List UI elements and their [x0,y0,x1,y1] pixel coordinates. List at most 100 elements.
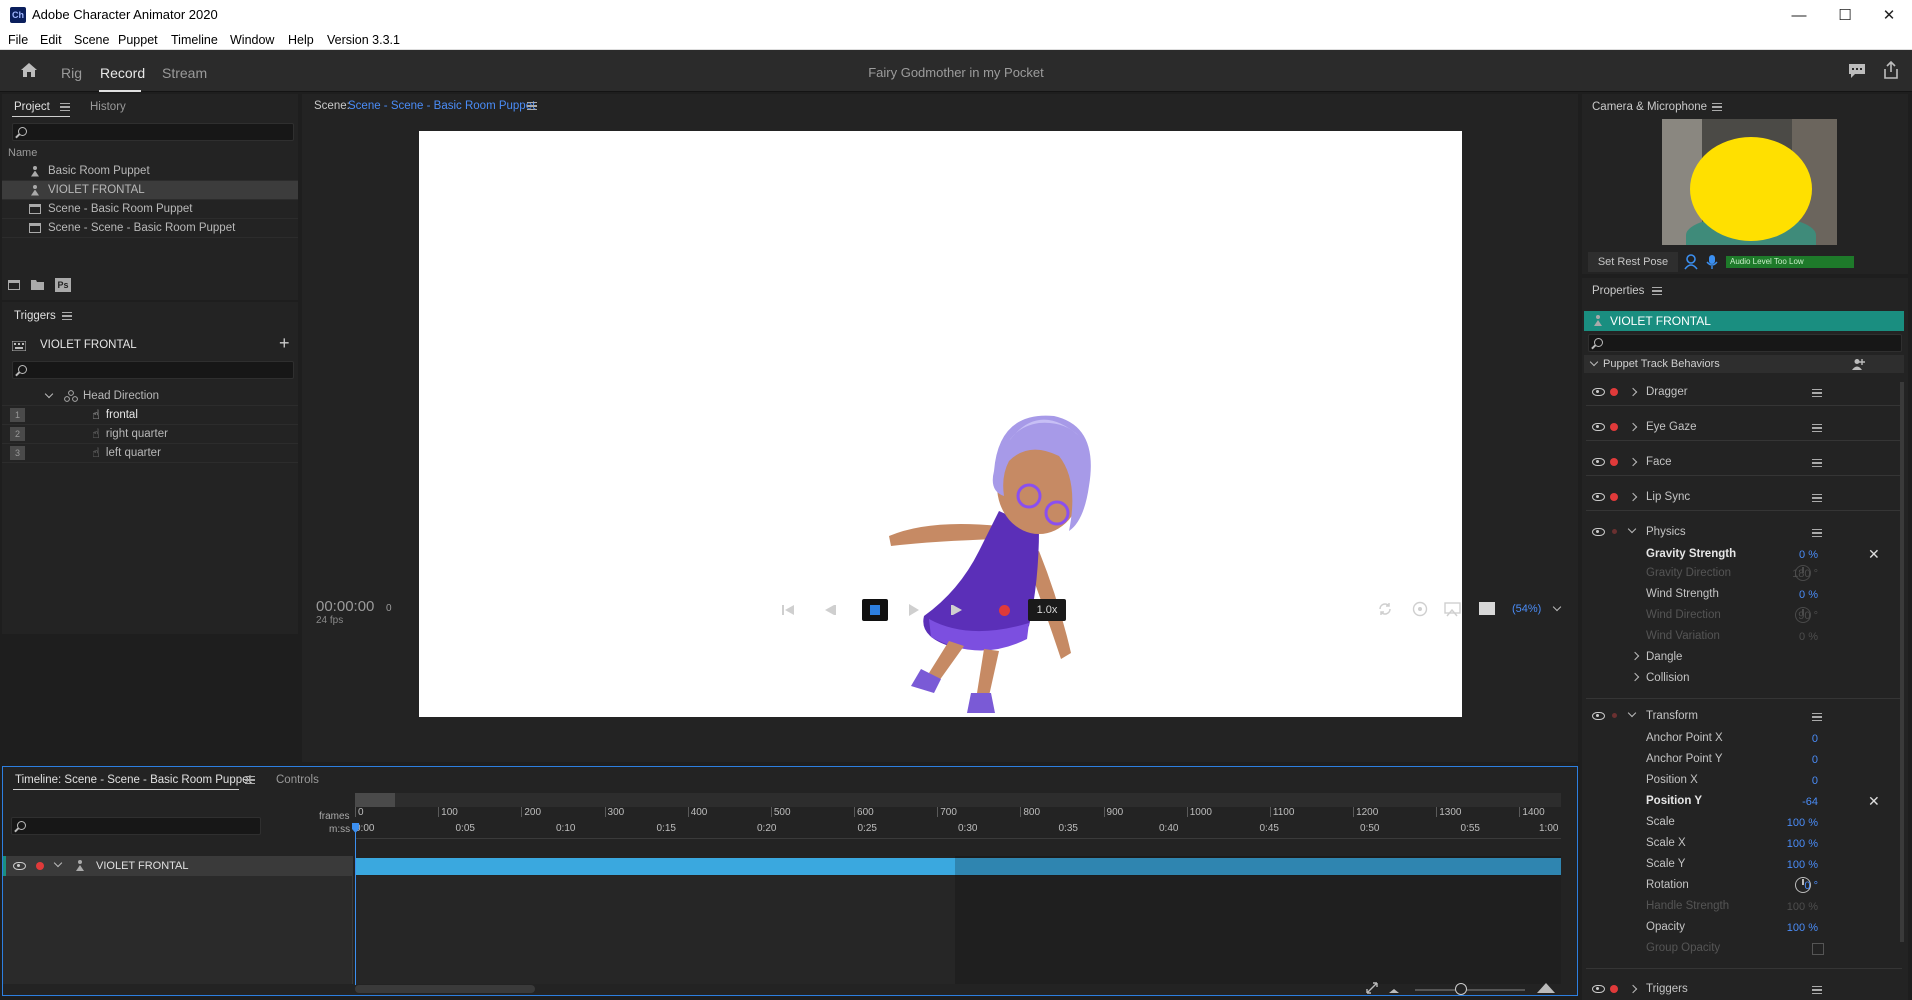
eye-icon[interactable] [1592,985,1605,993]
zoom-in-icon[interactable] [1537,981,1555,993]
project-search-input[interactable] [12,123,294,141]
behavior-menu-icon[interactable] [1812,494,1822,502]
set-rest-pose-button[interactable]: Set Rest Pose [1588,252,1678,272]
add-behavior-icon[interactable] [1852,358,1866,370]
share-icon[interactable] [1882,61,1900,80]
work-area-bar[interactable] [355,793,1561,807]
project-item[interactable]: Basic Room Puppet [2,162,298,181]
scale-y-value[interactable]: 100 % [1758,859,1818,871]
eye-icon[interactable] [1592,423,1605,431]
background-color-swatch[interactable] [1479,602,1495,615]
properties-scrollbar[interactable] [1900,382,1904,942]
timeline-ruler[interactable]: 0 100 200 300 400 500 600 700 800 900 1000 1100 1200… [355,807,1561,839]
behavior-menu-icon[interactable] [1812,529,1822,537]
timeline-panel-menu-icon[interactable] [245,776,255,784]
menu-window[interactable]: Window [230,33,274,47]
gravity-strength-value[interactable]: 0 % [1758,549,1818,561]
project-item[interactable]: Scene - Basic Room Puppet [2,200,298,219]
properties-search-input[interactable] [1588,334,1902,352]
timeline-search-input[interactable] [11,817,261,835]
menu-version[interactable]: Version 3.3.1 [327,33,400,47]
trigger-item[interactable]: 1 ☝ frontal [2,406,298,425]
clear-override-icon[interactable]: ✕ [1868,793,1880,810]
record-arm-icon[interactable] [1610,458,1618,466]
clear-override-icon[interactable]: ✕ [1868,546,1880,563]
timeline-horizontal-scrollbar[interactable] [355,985,535,993]
eye-icon[interactable] [13,862,26,870]
go-to-start-icon[interactable] [781,604,795,616]
track-header[interactable]: VIOLET FRONTAL [3,856,353,876]
rotation-value[interactable]: 0 ° [1758,880,1818,892]
anchor-point-y-value[interactable]: 0 [1758,754,1818,766]
record-arm-icon[interactable] [1610,423,1618,431]
record-arm-icon[interactable] [1610,493,1618,501]
record-arm-icon[interactable] [1610,388,1618,396]
violet-puppet-figure[interactable] [889,401,1094,721]
chevron-right-icon[interactable] [1628,387,1638,397]
puppet-track-bar[interactable] [355,858,1561,875]
step-back-icon[interactable] [823,604,837,616]
close-window-button[interactable]: ✕ [1866,0,1912,30]
chevron-down-icon[interactable] [1627,524,1637,534]
record-arm-icon[interactable] [1612,713,1617,718]
tab-history[interactable]: History [90,101,126,113]
triggers-search-input[interactable] [12,361,294,379]
minimize-button[interactable]: — [1776,0,1822,30]
eye-icon[interactable] [1592,388,1605,396]
chevron-right-icon[interactable] [1628,422,1638,432]
chevron-right-icon[interactable] [1628,492,1638,502]
menu-edit[interactable]: Edit [40,33,62,47]
menu-puppet[interactable]: Puppet [118,33,158,47]
microphone-icon[interactable] [1706,254,1718,270]
gravity-direction-value[interactable]: 180 ° [1758,568,1818,580]
properties-panel-menu-icon[interactable] [1652,287,1662,295]
wind-direction-value[interactable]: 90 ° [1758,610,1818,622]
timeline-zoom-slider[interactable] [1415,989,1525,991]
tab-timeline[interactable]: Timeline: Scene - Scene - Basic Room Pup… [15,774,252,786]
wind-strength-value[interactable]: 0 % [1758,589,1818,601]
trigger-item[interactable]: 2 ☝ right quarter [2,425,298,444]
scale-value[interactable]: 100 % [1758,817,1818,829]
chevron-down-icon[interactable] [53,858,63,868]
scale-x-value[interactable]: 100 % [1758,838,1818,850]
photoshop-icon[interactable]: Ps [55,278,71,292]
scene-name-link[interactable]: Scene - Scene - Basic Room Puppet [348,100,535,112]
playback-speed[interactable]: 1.0x [1028,599,1066,621]
new-scene-icon[interactable] [8,280,20,290]
zoom-dropdown-icon[interactable] [1552,602,1562,612]
triggers-panel-menu-icon[interactable] [62,312,72,320]
record-arm-icon[interactable] [1612,529,1617,534]
menu-file[interactable]: File [8,33,28,47]
work-area-handle[interactable] [355,793,395,807]
play-icon[interactable] [908,604,920,616]
behavior-menu-icon[interactable] [1812,986,1822,994]
wind-variation-value[interactable]: 0 % [1758,631,1818,643]
menu-timeline[interactable]: Timeline [171,33,218,47]
dangle-subgroup[interactable]: Dangle [1646,651,1682,663]
camera-toggle-icon[interactable] [1684,254,1698,270]
maximize-button[interactable]: ☐ [1822,0,1868,30]
zoom-level[interactable]: (54%) [1512,603,1541,615]
track-content-area[interactable] [355,856,1561,984]
trigger-group-row[interactable]: Head Direction [2,387,298,406]
tab-project[interactable]: Project [14,101,50,113]
behavior-menu-icon[interactable] [1812,424,1822,432]
behavior-menu-icon[interactable] [1812,389,1822,397]
behavior-menu-icon[interactable] [1812,459,1822,467]
chevron-right-icon[interactable] [1630,651,1640,661]
step-forward-icon[interactable] [950,604,964,616]
chevron-down-icon[interactable] [1627,708,1637,718]
project-panel-menu-icon[interactable] [60,103,70,111]
tab-controls[interactable]: Controls [276,774,319,786]
behavior-menu-icon[interactable] [1812,713,1822,721]
handle-strength-value[interactable]: 100 % [1758,901,1818,913]
trigger-item[interactable]: 3 ☝ left quarter [2,444,298,463]
eye-icon[interactable] [1592,493,1605,501]
chevron-down-icon[interactable] [1589,357,1599,367]
stop-button[interactable] [862,599,888,621]
chevron-down-icon[interactable] [44,389,54,399]
eye-icon[interactable] [1592,458,1605,466]
scene-stage[interactable] [419,131,1462,717]
zoom-out-icon[interactable] [1389,985,1399,993]
anchor-point-x-value[interactable]: 0 [1758,733,1818,745]
